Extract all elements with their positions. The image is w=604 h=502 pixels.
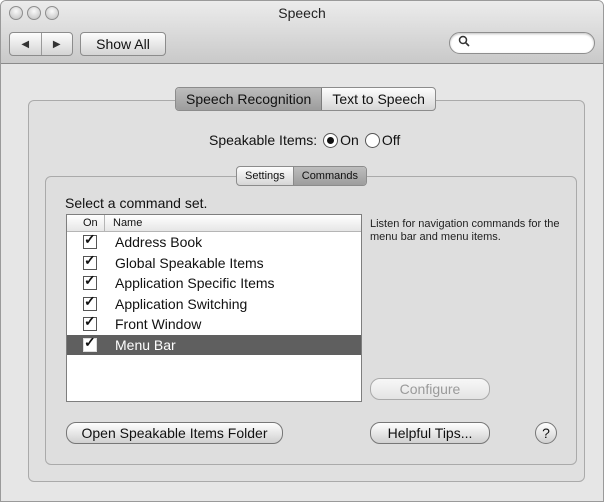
row-name: Address Book [115,234,203,251]
tab-speech-recognition[interactable]: Speech Recognition [176,88,323,110]
row-checkbox[interactable] [83,272,97,291]
speakable-on-radio[interactable] [323,132,339,148]
speakable-on-label[interactable]: On [340,132,359,148]
speech-tab-control: Speech Recognition Text to Speech [175,87,436,111]
help-button[interactable]: ? [535,422,557,444]
column-header-name[interactable]: Name [105,215,142,231]
preferences-window: Speech ◀ ▶ Show All Speech Recognition T… [0,0,604,502]
search-field[interactable] [449,32,595,54]
table-row-selected[interactable]: Menu Bar [67,334,361,355]
table-row[interactable]: Front Window [67,313,361,335]
back-arrow-icon: ◀ [21,38,30,50]
help-icon: ? [542,425,550,441]
row-checkbox[interactable] [83,334,97,352]
forward-arrow-icon: ▶ [52,38,61,50]
row-checkbox[interactable] [83,313,97,332]
speakable-off-radio[interactable] [364,132,380,148]
tab-commands[interactable]: Commands [293,167,366,185]
back-button[interactable]: ◀ [10,33,42,55]
settings-commands-tab-control: Settings Commands [236,166,367,186]
row-name: Application Switching [115,295,248,312]
table-row[interactable]: Application Specific Items [67,272,361,294]
title-bar: Speech ◀ ▶ Show All [1,1,603,64]
search-icon [458,35,470,50]
tab-text-to-speech[interactable]: Text to Speech [322,88,435,110]
helpful-tips-button[interactable]: Helpful Tips... [370,422,490,444]
configure-button[interactable]: Configure [370,378,490,400]
table-row[interactable]: Application Switching [67,293,361,315]
window-title: Speech [278,5,326,21]
row-name: Global Speakable Items [115,254,264,271]
row-name: Front Window [115,316,202,333]
tab-settings[interactable]: Settings [237,167,294,185]
nav-back-forward: ◀ ▶ [9,32,73,56]
command-set-heading: Select a command set. [65,195,208,211]
row-checkbox[interactable] [83,252,97,270]
table-row[interactable]: Address Book [67,231,361,253]
speakable-items-label: Speakable Items: [209,132,318,148]
speakable-off-label[interactable]: Off [382,132,400,148]
table-row[interactable]: Global Speakable Items [67,252,361,274]
show-all-button[interactable]: Show All [80,32,166,56]
table-header: On Name [67,215,361,232]
speakable-items-row: Speakable Items: On Off [209,132,400,148]
forward-button[interactable]: ▶ [42,33,73,55]
open-speakable-items-folder-button[interactable]: Open Speakable Items Folder [66,422,283,444]
row-checkbox[interactable] [83,293,97,311]
command-set-description: Listen for navigation commands for the m… [370,218,560,243]
column-header-on[interactable]: On [67,215,105,231]
row-checkbox[interactable] [83,231,97,250]
command-set-table[interactable]: On Name Address Book Global Speakable It… [66,214,362,402]
row-name: Application Specific Items [115,275,275,292]
row-name: Menu Bar [115,336,176,353]
